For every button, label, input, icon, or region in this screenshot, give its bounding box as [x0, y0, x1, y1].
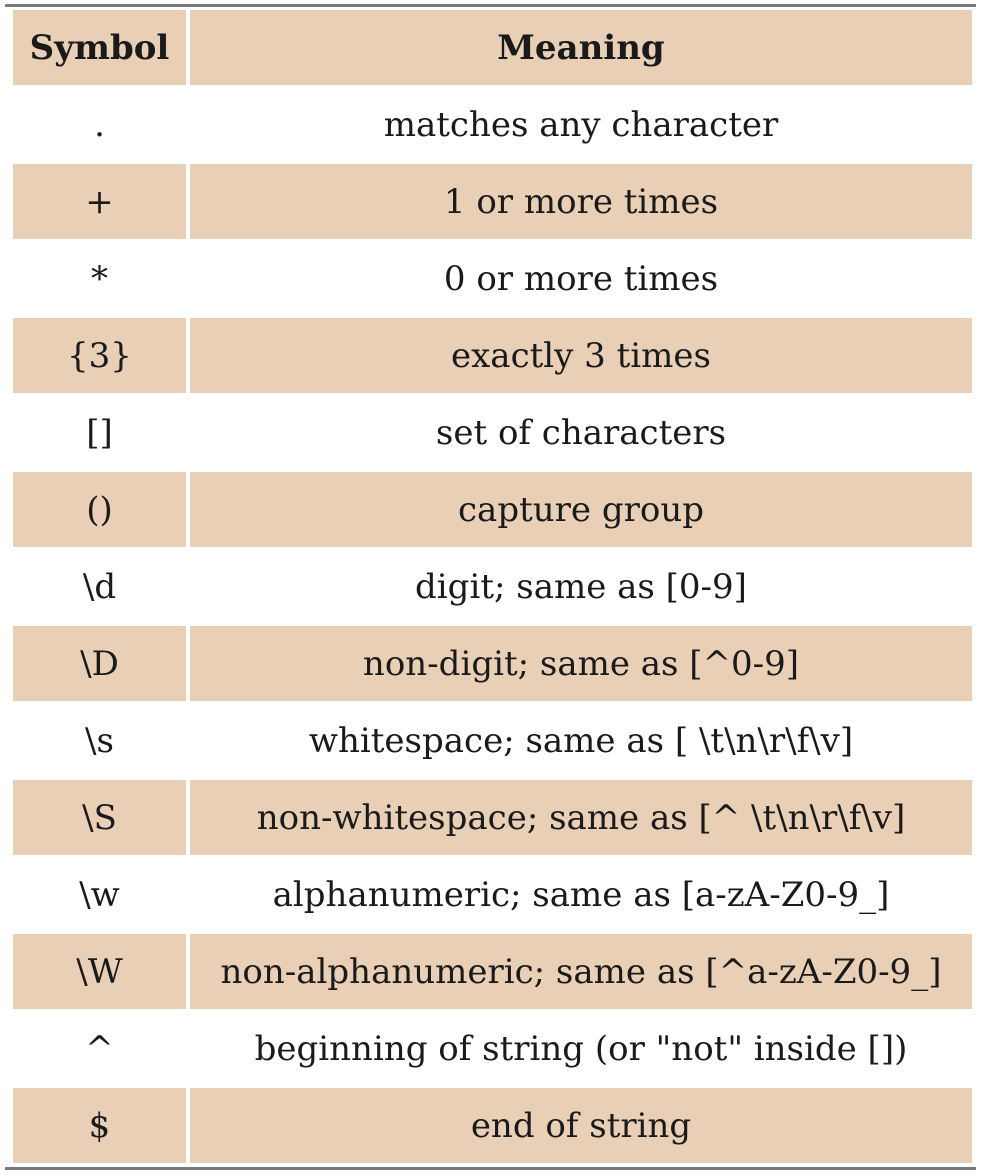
symbol-cell: \d [13, 549, 186, 624]
symbol-cell: $ [13, 1088, 186, 1163]
meaning-cell: 0 or more times [190, 241, 972, 316]
table-top-rule [5, 4, 976, 7]
symbol-cell: + [13, 164, 186, 239]
table-row: \s whitespace; same as [ \t\n\r\f\v] [13, 703, 972, 778]
table-row: () capture group [13, 472, 972, 547]
symbol-cell: * [13, 241, 186, 316]
meaning-cell: capture group [190, 472, 972, 547]
table-row: \W non-alphanumeric; same as [^a-zA-Z0-9… [13, 934, 972, 1009]
symbol-cell: \S [13, 780, 186, 855]
table-row: * 0 or more times [13, 241, 972, 316]
meaning-cell: beginning of string (or "not" inside []) [190, 1011, 972, 1086]
symbol-cell: {3} [13, 318, 186, 393]
meaning-cell: whitespace; same as [ \t\n\r\f\v] [190, 703, 972, 778]
symbol-cell: [] [13, 395, 186, 470]
symbol-cell: \D [13, 626, 186, 701]
symbol-cell: ^ [13, 1011, 186, 1086]
table-row: \D non-digit; same as [^0-9] [13, 626, 972, 701]
header-meaning: Meaning [190, 10, 972, 85]
table-row: \d digit; same as [0-9] [13, 549, 972, 624]
regex-symbol-table: Symbol Meaning . matches any character +… [13, 10, 972, 1163]
table-row: ^ beginning of string (or "not" inside [… [13, 1011, 972, 1086]
meaning-cell: exactly 3 times [190, 318, 972, 393]
header-symbol: Symbol [13, 10, 186, 85]
meaning-cell: non-digit; same as [^0-9] [190, 626, 972, 701]
meaning-cell: non-whitespace; same as [^ \t\n\r\f\v] [190, 780, 972, 855]
table-row: {3} exactly 3 times [13, 318, 972, 393]
table-row: + 1 or more times [13, 164, 972, 239]
meaning-cell: non-alphanumeric; same as [^a-zA-Z0-9_] [190, 934, 972, 1009]
symbol-cell: \W [13, 934, 186, 1009]
table-row: . matches any character [13, 87, 972, 162]
meaning-cell: set of characters [190, 395, 972, 470]
meaning-cell: 1 or more times [190, 164, 972, 239]
meaning-cell: alphanumeric; same as [a-zA-Z0-9_] [190, 857, 972, 932]
symbol-cell: . [13, 87, 186, 162]
table-header-row: Symbol Meaning [13, 10, 972, 85]
symbol-cell: \w [13, 857, 186, 932]
table-bottom-rule [5, 1167, 976, 1170]
symbol-cell: () [13, 472, 186, 547]
table-row: [] set of characters [13, 395, 972, 470]
table-row: \w alphanumeric; same as [a-zA-Z0-9_] [13, 857, 972, 932]
table-row: \S non-whitespace; same as [^ \t\n\r\f\v… [13, 780, 972, 855]
meaning-cell: end of string [190, 1088, 972, 1163]
meaning-cell: digit; same as [0-9] [190, 549, 972, 624]
symbol-cell: \s [13, 703, 186, 778]
table-row: $ end of string [13, 1088, 972, 1163]
meaning-cell: matches any character [190, 87, 972, 162]
